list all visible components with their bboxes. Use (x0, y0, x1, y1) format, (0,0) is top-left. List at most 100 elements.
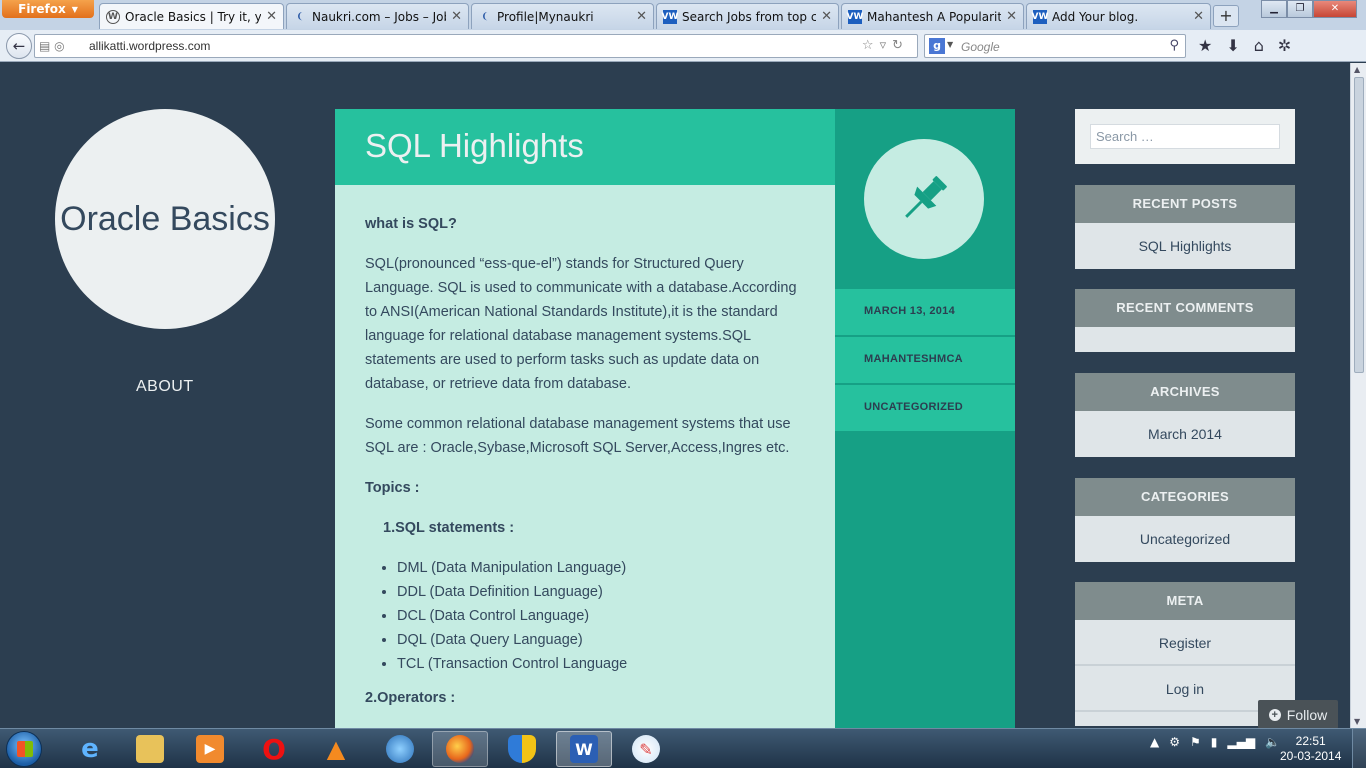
clock-date: 20-03-2014 (1280, 749, 1342, 763)
maximize-button[interactable]: ❐ (1287, 0, 1313, 18)
download-icon[interactable]: ⬇ (1226, 36, 1239, 55)
word-taskbar-button[interactable]: W (556, 731, 612, 767)
show-hidden-icons-icon[interactable]: ▲ (1150, 735, 1159, 749)
explorer-taskbar-button[interactable] (122, 731, 178, 767)
window-controls: ▁ ❐ ✕ (1261, 0, 1357, 18)
volume-icon[interactable]: 🔈 (1265, 735, 1280, 749)
search-widget: Search … (1075, 109, 1295, 164)
post-meta-column: MARCH 13, 2014 MAHANTESHMCA UNCATEGORIZE… (835, 109, 1015, 728)
scroll-up-icon[interactable]: ▲ (1354, 65, 1360, 74)
site-title-circle[interactable]: Oracle Basics (55, 109, 275, 329)
follow-button[interactable]: + Follow (1258, 700, 1338, 729)
security-taskbar-button[interactable] (494, 731, 550, 767)
recent-post-link[interactable]: SQL Highlights (1075, 223, 1295, 269)
firefox-taskbar-button[interactable] (432, 731, 488, 767)
network-taskbar-button[interactable] (372, 731, 428, 767)
tab-popularity[interactable]: VW Mahantesh A Popularity ... ✕ (841, 3, 1024, 29)
search-input[interactable]: Search … (1090, 124, 1280, 149)
page-identity-icon[interactable]: ▤ ◎ (39, 39, 65, 53)
navigation-toolbar: ← ▤ ◎ allikatti.wordpress.com ☆▿↻ g ▼ Go… (0, 30, 1366, 62)
action-center-icon[interactable]: ⚑ (1190, 735, 1201, 749)
opera-taskbar-button[interactable]: O (246, 731, 302, 767)
tab-oracle-basics[interactable]: W Oracle Basics | Try it, you... ✕ (99, 3, 284, 29)
close-icon[interactable]: ✕ (1193, 9, 1204, 24)
naukri-icon: ❨ (481, 11, 489, 22)
site-title[interactable]: Oracle Basics (60, 200, 270, 239)
web-page: Oracle Basics ABOUT SQL Highlights what … (0, 63, 1350, 728)
post-date-link[interactable]: MARCH 13, 2014 (835, 289, 1015, 335)
register-link[interactable]: Register (1075, 620, 1295, 666)
minimize-button[interactable]: ▁ (1261, 0, 1287, 18)
paint-palette-icon: ✎ (632, 735, 660, 763)
topics-heading: Topics : (365, 480, 420, 496)
list-item: DDL (Data Definition Language) (397, 580, 810, 604)
chevron-down-icon: ▼ (71, 4, 78, 14)
back-button[interactable]: ← (6, 33, 32, 59)
post-article: SQL Highlights what is SQL? SQL(pronounc… (335, 109, 835, 728)
widget-title: CATEGORIES (1075, 478, 1295, 516)
ie-taskbar-button[interactable]: e (62, 731, 118, 767)
vertical-scrollbar[interactable]: ▲ ▼ (1350, 63, 1366, 728)
widget-title: META (1075, 582, 1295, 620)
bookmarks-icon[interactable]: ★ (1198, 36, 1212, 55)
google-icon[interactable]: g (929, 38, 945, 54)
list-item: DML (Data Manipulation Language) (397, 556, 810, 580)
widget-title: ARCHIVES (1075, 373, 1295, 411)
internet-explorer-icon: e (81, 734, 99, 764)
follow-label: Follow (1286, 706, 1328, 723)
post-category-link[interactable]: UNCATEGORIZED (835, 385, 1015, 431)
tab-naukri[interactable]: ❨ Naukri.com – Jobs – Jobs... ✕ (286, 3, 469, 29)
url-text: allikatti.wordpress.com (89, 39, 211, 53)
clock[interactable]: 22:51 20-03-2014 (1280, 734, 1341, 764)
post-title[interactable]: SQL Highlights (365, 127, 584, 165)
firefox-menu-button[interactable]: Firefox ▼ (2, 0, 94, 18)
new-tab-button[interactable]: + (1213, 5, 1239, 27)
media-player-taskbar-button[interactable]: ▶ (182, 731, 238, 767)
tab-title: Naukri.com – Jobs – Jobs... (312, 9, 446, 24)
tab-bar: Firefox ▼ W Oracle Basics | Try it, you.… (0, 0, 1366, 30)
home-icon[interactable]: ⌂ (1254, 36, 1264, 55)
close-icon[interactable]: ✕ (636, 9, 647, 24)
archive-link[interactable]: March 2014 (1075, 411, 1295, 457)
operators-heading: 2.Operators : (365, 690, 456, 706)
addon-icon[interactable]: ✲ (1278, 36, 1291, 55)
naukri-icon: ❨ (296, 11, 304, 22)
firefox-menu-label: Firefox (18, 2, 66, 16)
tab-search-jobs[interactable]: VW Search Jobs from top co... ✕ (656, 3, 839, 29)
show-desktop-button[interactable] (1352, 729, 1366, 768)
search-bar[interactable]: g ▼ Google ⚲ (924, 34, 1186, 58)
close-icon[interactable]: ✕ (266, 9, 277, 24)
start-button[interactable] (6, 731, 42, 767)
close-icon[interactable]: ✕ (821, 9, 832, 24)
url-bar[interactable]: ▤ ◎ allikatti.wordpress.com ☆▿↻ (34, 34, 918, 58)
nav-about-link[interactable]: ABOUT (136, 378, 194, 396)
tab-add-blog[interactable]: VW Add Your blog. ✕ (1026, 3, 1211, 29)
scrollbar-thumb[interactable] (1354, 77, 1364, 373)
category-link[interactable]: Uncategorized (1075, 516, 1295, 562)
bookmark-star-icon[interactable]: ☆▿↻ (862, 38, 909, 53)
close-icon[interactable]: ✕ (1006, 9, 1017, 24)
post-content: what is SQL? SQL(pronounced “ess-que-el”… (365, 212, 810, 726)
plus-icon: + (1268, 708, 1281, 721)
search-placeholder: Google (961, 40, 1000, 54)
chevron-down-icon[interactable]: ▼ (947, 40, 953, 49)
battery-icon[interactable]: ▮ (1211, 735, 1218, 749)
post-author-link[interactable]: MAHANTESHMCA (835, 337, 1015, 383)
wordpress-icon: W (106, 9, 120, 24)
window-close-button[interactable]: ✕ (1313, 0, 1357, 18)
network-signal-icon[interactable]: ▂▄▆ (1227, 735, 1255, 749)
tab-title: Add Your blog. (1052, 9, 1139, 24)
folder-icon (136, 735, 164, 763)
shield-icon (508, 735, 536, 763)
close-icon[interactable]: ✕ (451, 9, 462, 24)
toolbar-icons: ★ ⬇ ⌂ ✲ (1198, 36, 1291, 55)
scroll-down-icon[interactable]: ▼ (1354, 717, 1360, 726)
tray-app-icon[interactable]: ⚙ (1169, 735, 1180, 749)
paint-taskbar-button[interactable]: ✎ (618, 731, 674, 767)
tab-mynaukri[interactable]: ❨ Profile|Mynaukri ✕ (471, 3, 654, 29)
vlc-taskbar-button[interactable]: ▲ (308, 731, 364, 767)
search-icon[interactable]: ⚲ (1169, 38, 1179, 53)
recent-comments-widget: RECENT COMMENTS (1075, 289, 1295, 352)
system-tray: ▲ ⚙ ⚑ ▮ ▂▄▆ 🔈 (1150, 735, 1280, 749)
tab-title: Profile|Mynaukri (497, 9, 594, 24)
